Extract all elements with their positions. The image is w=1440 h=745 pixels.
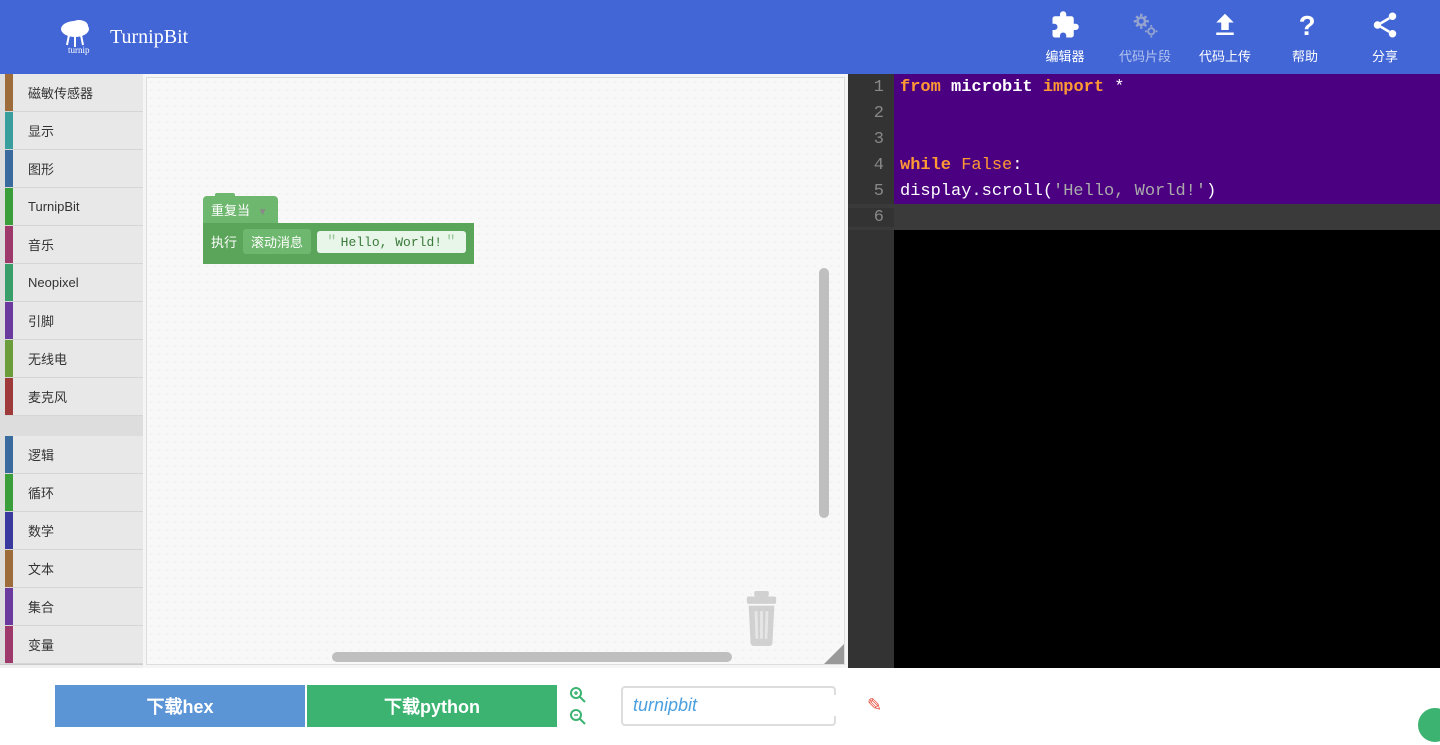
- exec-label: 执行: [211, 232, 237, 251]
- nav-share[interactable]: 分享: [1345, 2, 1425, 73]
- category-color: [5, 550, 13, 587]
- zoom-controls: [567, 685, 589, 727]
- svg-text:?: ?: [1299, 10, 1316, 40]
- category-label: TurnipBit: [13, 199, 80, 214]
- loop-header[interactable]: 重复当 ▼: [203, 196, 278, 223]
- pencil-icon[interactable]: ✎: [867, 695, 882, 716]
- category-label: 引脚: [13, 311, 54, 330]
- category-item[interactable]: TurnipBit: [5, 188, 143, 226]
- app-title: TurnipBit: [110, 26, 188, 49]
- header: turnip TurnipBit 编辑器 代码片段 代码上传 ? 帮助 分享: [0, 0, 1440, 74]
- category-color: [5, 436, 13, 473]
- category-label: 变量: [13, 635, 54, 654]
- category-item[interactable]: 文本: [5, 550, 143, 588]
- category-color: [5, 302, 13, 339]
- category-item[interactable]: 麦克风: [5, 378, 143, 416]
- code-editor[interactable]: 1 from microbit import * 2 3: [848, 74, 1440, 668]
- category-item[interactable]: Neopixel: [5, 264, 143, 302]
- category-color: [5, 112, 13, 149]
- category-item[interactable]: 显示: [5, 112, 143, 150]
- category-label: 文本: [13, 559, 54, 578]
- upload-icon: [1210, 10, 1240, 40]
- category-item[interactable]: 逻辑: [5, 436, 143, 474]
- category-label: 图形: [13, 159, 54, 178]
- filename-input[interactable]: [633, 695, 867, 716]
- scroll-left-icon[interactable]: ◄: [2, 667, 11, 668]
- category-item[interactable]: 变量: [5, 626, 143, 664]
- code-line-1[interactable]: 1 from microbit import *: [848, 74, 1440, 100]
- dropdown-icon[interactable]: ▼: [258, 207, 268, 218]
- zoom-out-button[interactable]: [567, 707, 589, 727]
- canvas[interactable]: 重复当 ▼ 执行 滚动消息 Hello, World!: [146, 77, 845, 665]
- category-item[interactable]: 图形: [5, 150, 143, 188]
- svg-text:turnip: turnip: [68, 45, 90, 55]
- download-hex-button[interactable]: 下载hex: [55, 685, 305, 727]
- category-item[interactable]: 音乐: [5, 226, 143, 264]
- resize-handle[interactable]: [824, 644, 844, 664]
- category-color: [5, 588, 13, 625]
- sidebar-hscroll[interactable]: ◄ ►: [0, 664, 143, 668]
- category-separator: [5, 416, 143, 436]
- nav-upload[interactable]: 代码上传: [1185, 2, 1265, 73]
- zoom-out-icon: [570, 709, 586, 725]
- filename-box: ✎: [621, 686, 836, 726]
- header-nav: 编辑器 代码片段 代码上传 ? 帮助 分享: [1025, 2, 1440, 73]
- category-item[interactable]: 磁敏传感器: [5, 74, 143, 112]
- zoom-in-button[interactable]: [567, 685, 589, 705]
- scroll-block[interactable]: 滚动消息: [243, 229, 311, 254]
- category-color: [5, 512, 13, 549]
- code-line-6[interactable]: 6: [848, 204, 1440, 230]
- loop-body[interactable]: 执行 滚动消息 Hello, World!: [203, 223, 474, 264]
- category-color: [5, 340, 13, 377]
- category-label: 集合: [13, 597, 54, 616]
- category-color: [5, 264, 13, 301]
- category-label: 数学: [13, 521, 54, 540]
- category-color: [5, 474, 13, 511]
- category-label: 无线电: [13, 349, 67, 368]
- workspace-hscroll[interactable]: [332, 652, 732, 662]
- share-icon: [1370, 10, 1400, 40]
- category-color: [5, 626, 13, 663]
- category-color: [5, 188, 13, 225]
- code-line-2[interactable]: 2: [848, 100, 1440, 126]
- category-label: 显示: [13, 121, 54, 140]
- category-label: 音乐: [13, 235, 54, 254]
- footer: 下载hex 下载python ✎: [0, 668, 1440, 743]
- code-line-3[interactable]: 3: [848, 126, 1440, 152]
- category-item[interactable]: 循环: [5, 474, 143, 512]
- nav-editor[interactable]: 编辑器: [1025, 2, 1105, 73]
- scroll-right-icon[interactable]: ►: [132, 667, 141, 668]
- workspace-vscroll[interactable]: [819, 268, 829, 518]
- zoom-in-icon: [570, 687, 586, 703]
- code-line-5[interactable]: 5 display.scroll('Hello, World!'): [848, 178, 1440, 204]
- category-item[interactable]: 引脚: [5, 302, 143, 340]
- category-item[interactable]: 集合: [5, 588, 143, 626]
- nav-help[interactable]: ? 帮助: [1265, 2, 1345, 73]
- logo-icon: turnip: [55, 17, 95, 57]
- category-color: [5, 378, 13, 415]
- nav-snippets[interactable]: 代码片段: [1105, 2, 1185, 73]
- category-sidebar: 磁敏传感器显示图形 TurnipBit 音乐 Neopixel 引脚无线电麦克风逻辑循环…: [0, 74, 143, 668]
- category-label: 逻辑: [13, 445, 54, 464]
- puzzle-icon: [1050, 10, 1080, 40]
- category-label: 磁敏传感器: [13, 83, 93, 102]
- main: 磁敏传感器显示图形 TurnipBit 音乐 Neopixel 引脚无线电麦克风逻辑循环…: [0, 74, 1440, 668]
- category-item[interactable]: 无线电: [5, 340, 143, 378]
- category-label: Neopixel: [13, 275, 79, 290]
- loop-block[interactable]: 重复当 ▼ 执行 滚动消息 Hello, World!: [203, 196, 474, 264]
- gears-icon: [1130, 10, 1160, 40]
- category-label: 循环: [13, 483, 54, 502]
- string-block[interactable]: Hello, World!: [317, 231, 466, 253]
- category-color: [5, 150, 13, 187]
- category-color: [5, 74, 13, 111]
- category-color: [5, 226, 13, 263]
- blockly-workspace[interactable]: 重复当 ▼ 执行 滚动消息 Hello, World!: [143, 74, 848, 668]
- code-line-4[interactable]: 4 while False:: [848, 152, 1440, 178]
- category-label: 麦克风: [13, 387, 67, 406]
- trash-icon[interactable]: [739, 591, 784, 646]
- category-item[interactable]: 数学: [5, 512, 143, 550]
- download-python-button[interactable]: 下载python: [307, 685, 557, 727]
- logo-area: turnip TurnipBit: [0, 17, 188, 57]
- question-icon: ?: [1290, 10, 1320, 40]
